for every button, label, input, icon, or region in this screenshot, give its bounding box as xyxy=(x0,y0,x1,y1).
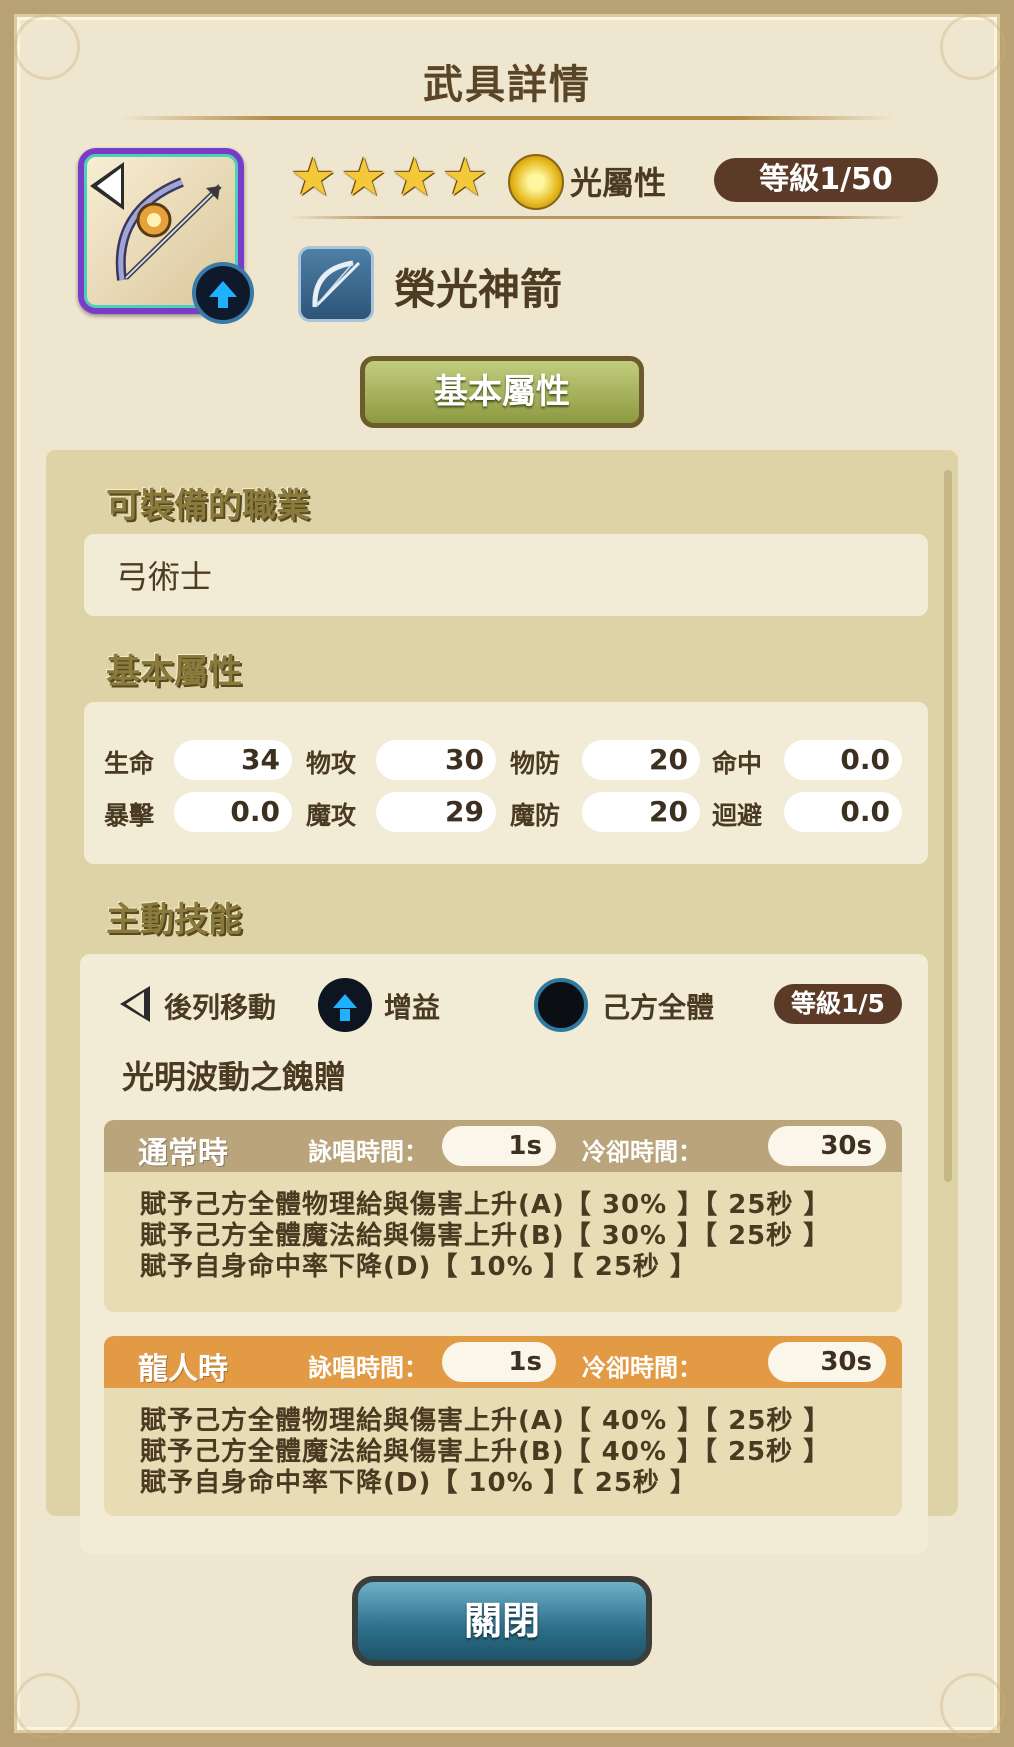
stat-value: 20 xyxy=(582,740,700,780)
cast-time-value: 1s xyxy=(442,1126,556,1166)
skill-mode-normal: 通常時 詠唱時間： 1s 冷卻時間： 30s 賦予己方全體物理給與傷害上升(A)… xyxy=(104,1120,902,1312)
light-element-icon xyxy=(508,154,564,210)
section-title-skill: 主動技能 xyxy=(106,900,242,940)
info-divider xyxy=(288,216,908,219)
stat-value: 0.0 xyxy=(174,792,292,832)
skill-effect-line: 賦予己方全體物理給與傷害上升(A)【 30% 】【 25秒 】 xyxy=(140,1190,831,1220)
element-label: 光屬性 xyxy=(570,164,667,202)
section-title-classes: 可裝備的職業 xyxy=(106,486,310,526)
cooldown-value: 30s xyxy=(768,1126,886,1166)
stat-label: 魔攻 xyxy=(306,801,357,830)
weapon-level-badge: 等級1/50 xyxy=(714,158,938,202)
corner-ornament xyxy=(940,1673,1006,1739)
cooldown-label: 冷卻時間： xyxy=(582,1138,702,1166)
skill-effect-line: 賦予自身命中率下降(D)【 10% 】【 25秒 】 xyxy=(140,1252,697,1282)
stat-value: 0.0 xyxy=(784,792,902,832)
skill-mode-dragon: 龍人時 詠唱時間： 1s 冷卻時間： 30s 賦予己方全體物理給與傷害上升(A)… xyxy=(104,1336,902,1516)
stat-value: 34 xyxy=(174,740,292,780)
star-icon: ★ xyxy=(441,148,489,208)
skill-level-badge: 等級1/5 xyxy=(774,984,902,1024)
stats-card xyxy=(84,702,928,864)
tab-basic-attributes[interactable]: 基本屬性 xyxy=(360,356,644,428)
star-icon: ★ xyxy=(391,148,438,208)
bow-type-icon xyxy=(298,246,374,322)
stat-label: 命中 xyxy=(712,749,763,778)
back-row-icon xyxy=(90,162,124,210)
stat-label: 暴擊 xyxy=(104,801,155,830)
title-divider xyxy=(120,116,894,120)
stat-label: 迴避 xyxy=(712,801,763,830)
corner-ornament xyxy=(14,1673,80,1739)
mode-name: 龍人時 xyxy=(138,1352,228,1387)
stat-value: 0.0 xyxy=(784,740,902,780)
weapon-name: 榮光神箭 xyxy=(394,265,563,314)
stat-label: 魔防 xyxy=(510,801,561,830)
skill-effect-type: 增益 xyxy=(384,991,441,1024)
star-icon: ★ xyxy=(290,148,337,208)
panel-scrollbar[interactable] xyxy=(944,470,952,1182)
skill-effect-line: 賦予自身命中率下降(D)【 10% 】【 25秒 】 xyxy=(140,1468,697,1498)
cast-time-value: 1s xyxy=(442,1342,556,1382)
stat-label: 物防 xyxy=(510,749,561,778)
mode-name: 通常時 xyxy=(138,1136,228,1171)
skill-name: 光明波動之餽贈 xyxy=(122,1058,347,1096)
skill-target: 己方全體 xyxy=(602,991,715,1024)
cooldown-value: 30s xyxy=(768,1342,886,1382)
stat-value: 29 xyxy=(376,792,496,832)
buff-icon xyxy=(192,262,254,324)
section-title-stats: 基本屬性 xyxy=(106,652,242,692)
all-allies-icon xyxy=(534,978,588,1032)
buff-icon xyxy=(318,978,372,1032)
rarity-stars: ★ ★ ★ ★ xyxy=(290,150,489,206)
skill-effect-line: 賦予己方全體魔法給與傷害上升(B)【 40% 】【 25秒 】 xyxy=(140,1437,831,1467)
cooldown-label: 冷卻時間： xyxy=(582,1354,702,1382)
stat-value: 30 xyxy=(376,740,496,780)
skill-position: 後列移動 xyxy=(164,991,277,1024)
equippable-class: 弓術士 xyxy=(116,558,213,596)
stat-label: 物攻 xyxy=(306,749,357,778)
cast-time-label: 詠唱時間： xyxy=(308,1354,428,1382)
cast-time-label: 詠唱時間： xyxy=(308,1138,428,1166)
weapon-icon[interactable] xyxy=(78,148,254,324)
stat-label: 生命 xyxy=(104,749,155,778)
skill-effect-line: 賦予己方全體魔法給與傷害上升(B)【 30% 】【 25秒 】 xyxy=(140,1221,831,1251)
skill-effect-line: 賦予己方全體物理給與傷害上升(A)【 40% 】【 25秒 】 xyxy=(140,1406,831,1436)
stat-value: 20 xyxy=(582,792,700,832)
mode-header: 龍人時 詠唱時間： 1s 冷卻時間： 30s xyxy=(104,1336,902,1388)
close-button[interactable]: 關閉 xyxy=(352,1576,652,1666)
back-row-move-icon xyxy=(120,986,150,1022)
dialog-title: 武具詳情 xyxy=(423,62,591,108)
mode-header: 通常時 詠唱時間： 1s 冷卻時間： 30s xyxy=(104,1120,902,1172)
star-icon: ★ xyxy=(340,148,388,208)
